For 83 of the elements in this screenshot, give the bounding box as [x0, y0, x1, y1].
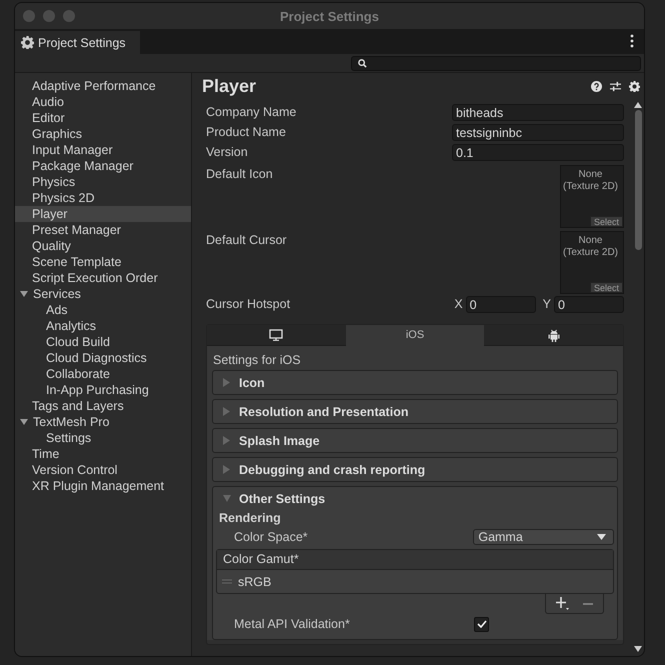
checkbox[interactable]	[474, 616, 489, 632]
sidebar-item[interactable]: Collaborate	[15, 366, 191, 382]
field-label: Product Name	[206, 125, 286, 139]
sidebar-item[interactable]: Audio	[15, 94, 191, 110]
minimize-button[interactable]	[43, 10, 55, 22]
monitor-icon	[269, 329, 284, 341]
foldout-header[interactable]: Splash Image	[212, 428, 618, 453]
number-field[interactable]: 0	[554, 296, 624, 312]
help-icon[interactable]	[591, 80, 602, 92]
panel-title: Player	[202, 76, 256, 96]
texture-value: None (Texture 2D)	[562, 168, 619, 193]
axis-label: X	[454, 297, 463, 311]
field-label: Metal API Validation*	[234, 617, 351, 631]
sidebar-item[interactable]: Editor	[15, 110, 191, 126]
text-field[interactable]: testsigninbc	[452, 124, 624, 140]
scroll-down-icon[interactable]	[634, 646, 642, 652]
settings-icon	[21, 36, 34, 49]
sidebar-item[interactable]: Settings	[15, 430, 191, 446]
project-settings-tab[interactable]: Project Settings	[15, 31, 140, 54]
text-field[interactable]: bitheads	[452, 104, 624, 120]
sidebar-item[interactable]: Time	[15, 446, 191, 462]
sliders-icon[interactable]	[610, 80, 621, 92]
sidebar-item[interactable]: Cloud Build	[15, 334, 191, 350]
sidebar-item[interactable]: Ads	[15, 302, 191, 318]
sidebar-item[interactable]: Adaptive Performance	[15, 78, 191, 94]
sidebar-item[interactable]: Cloud Diagnostics	[15, 350, 191, 366]
sidebar-item[interactable]: XR Plugin Management	[15, 478, 191, 494]
platform-tab[interactable]	[484, 325, 624, 346]
sidebar-item[interactable]: Script Execution Order	[15, 270, 191, 286]
foldout-header[interactable]: Debugging and crash reporting	[212, 457, 618, 482]
text-field[interactable]: 0.1	[452, 144, 624, 160]
expand-arrow-icon[interactable]	[20, 290, 28, 298]
texture-slot[interactable]: None (Texture 2D) Select	[560, 231, 624, 294]
scroll-up-icon[interactable]	[634, 102, 642, 108]
field-label: Color Space*	[234, 530, 309, 544]
search-icon	[358, 58, 367, 68]
texture-value: None (Texture 2D)	[562, 234, 619, 259]
sidebar-item[interactable]: Player	[15, 206, 191, 222]
expand-arrow-icon[interactable]	[20, 418, 28, 426]
sidebar-item[interactable]: Physics 2D	[15, 190, 191, 206]
sidebar-item[interactable]: Version Control	[15, 462, 191, 478]
foldout-header[interactable]: Resolution and Presentation	[212, 399, 618, 424]
list-header: Color Gamut*	[217, 550, 613, 570]
caret-icon	[597, 534, 606, 540]
platform-tab[interactable]: iOS	[346, 325, 484, 346]
foldout-header[interactable]: Other Settings	[239, 492, 326, 506]
checkmark-icon	[476, 620, 486, 628]
sidebar-item[interactable]: TextMesh Pro	[15, 414, 191, 430]
sidebar-item[interactable]: Analytics	[15, 318, 191, 334]
field-label: Default Cursor	[206, 232, 287, 247]
sidebar-item[interactable]: Input Manager	[15, 142, 191, 158]
close-button[interactable]	[23, 10, 35, 22]
select-button[interactable]: Select	[590, 216, 623, 227]
sidebar-item[interactable]: Physics	[15, 174, 191, 190]
number-field[interactable]: 0	[466, 296, 536, 312]
section-heading: Settings for iOS	[212, 352, 302, 369]
sidebar-item[interactable]: Tags and Layers	[15, 398, 191, 414]
more-options-icon[interactable]	[630, 34, 634, 48]
axis-label: Y	[542, 297, 551, 311]
sidebar-item[interactable]: Scene Template	[15, 254, 191, 270]
field-label: Company Name	[206, 105, 296, 119]
zoom-button[interactable]	[63, 10, 75, 22]
sidebar-item[interactable]: Package Manager	[15, 158, 191, 174]
sidebar-item[interactable]: Quality	[15, 238, 191, 254]
sidebar-item[interactable]: In-App Purchasing	[15, 382, 191, 398]
window-title: Project Settings	[280, 8, 379, 24]
add-icon[interactable]	[556, 597, 569, 610]
select-button[interactable]: Select	[590, 282, 623, 293]
drag-handle-icon[interactable]	[222, 579, 232, 584]
field-label: Default Icon	[206, 166, 273, 181]
group-heading: Rendering	[218, 510, 282, 527]
search-field[interactable]	[351, 56, 641, 70]
field-label: Version	[206, 145, 248, 159]
sidebar-item[interactable]: Services	[15, 286, 191, 302]
texture-slot[interactable]: None (Texture 2D) Select	[560, 165, 624, 228]
sidebar-item[interactable]: Graphics	[15, 126, 191, 142]
sidebar-item[interactable]: Preset Manager	[15, 222, 191, 238]
foldout-header[interactable]: Icon	[212, 370, 618, 395]
android-icon	[548, 328, 560, 342]
settings-icon[interactable]	[629, 80, 640, 92]
dropdown[interactable]: Gamma	[473, 529, 614, 545]
field-label: Cursor Hotspot	[206, 297, 290, 311]
list-item[interactable]: sRGB	[217, 570, 613, 593]
